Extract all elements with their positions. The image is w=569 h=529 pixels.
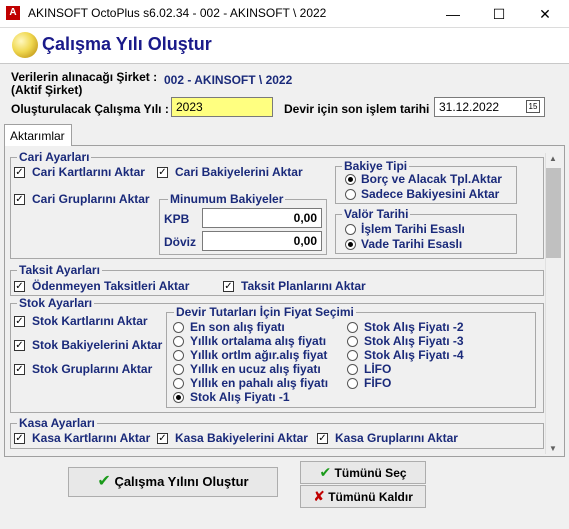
fiyat-right-0[interactable]: Stok Alış Fiyatı -2 xyxy=(364,320,464,334)
app-icon: A xyxy=(6,6,20,20)
radio-icon[interactable] xyxy=(345,224,356,235)
checkbox-icon[interactable]: ✓ xyxy=(157,433,168,444)
checkbox-icon[interactable]: ✓ xyxy=(223,281,234,292)
remove-all-label: Tümünü Kaldır xyxy=(328,490,413,504)
kasa-grup-label[interactable]: Kasa Gruplarını Aktar xyxy=(335,431,458,445)
taksit-plan-label[interactable]: Taksit Planlarını Aktar xyxy=(241,279,366,293)
scroll-down-icon[interactable]: ▼ xyxy=(549,444,557,453)
fiyat-left-5[interactable]: Stok Alış Fiyatı -1 xyxy=(190,390,290,404)
close-button[interactable]: ✕ xyxy=(522,0,568,28)
radio-icon[interactable] xyxy=(345,174,356,185)
create-year-label: Çalışma Yılını Oluştur xyxy=(114,474,249,489)
create-year-button[interactable]: ✔ Çalışma Yılını Oluştur xyxy=(68,467,278,497)
valor-title: Valör Tarihi xyxy=(342,207,411,221)
checkbox-icon[interactable]: ✓ xyxy=(14,433,25,444)
tab-aktarimlar[interactable]: Aktarımlar xyxy=(4,124,72,146)
valor-opt1[interactable]: İşlem Tarihi Esaslı xyxy=(361,222,465,236)
checkbox-icon[interactable]: ✓ xyxy=(14,167,25,178)
radio-icon[interactable] xyxy=(347,364,358,375)
fiyat-right-4[interactable]: FİFO xyxy=(364,376,391,390)
checkbox-icon[interactable]: ✓ xyxy=(14,364,25,375)
fiyat-left-1[interactable]: Yıllık ortalama alış fiyatı xyxy=(190,334,326,348)
radio-icon[interactable] xyxy=(347,336,358,347)
company-value: 002 - AKINSOFT \ 2022 xyxy=(164,73,293,87)
checkbox-icon[interactable]: ✓ xyxy=(157,167,168,178)
minimize-button[interactable]: — xyxy=(430,0,476,28)
stok-title: Stok Ayarları xyxy=(17,296,95,310)
radio-icon[interactable] xyxy=(345,189,356,200)
min-bakiye-title: Minumum Bakiyeler xyxy=(168,192,286,206)
radio-icon[interactable] xyxy=(173,364,184,375)
doviz-input[interactable]: 0,00 xyxy=(202,231,322,251)
cari-bakiye-label[interactable]: Cari Bakiyelerini Aktar xyxy=(175,165,303,179)
radio-icon[interactable] xyxy=(173,336,184,347)
stok-kart-label[interactable]: Stok Kartlarını Aktar xyxy=(32,314,148,328)
bakiye-tipi-opt1[interactable]: Borç ve Alacak Tpl.Aktar xyxy=(361,172,502,186)
fiyat-right-2[interactable]: Stok Alış Fiyatı -4 xyxy=(364,348,464,362)
fiyat-left-3[interactable]: Yıllık en ucuz alış fiyatı xyxy=(190,362,321,376)
kpb-label: KPB xyxy=(164,212,190,226)
cari-kart-label[interactable]: Cari Kartlarını Aktar xyxy=(32,165,145,179)
radio-icon[interactable] xyxy=(173,392,184,403)
fiyat-left-2[interactable]: Yıllık ortlm ağır.alış fiyat xyxy=(190,348,327,362)
doviz-label: Döviz xyxy=(164,235,197,249)
check-icon: ✔ xyxy=(97,473,111,490)
company-sublabel: (Aktif Şirket) xyxy=(11,83,83,97)
scroll-up-icon[interactable]: ▲ xyxy=(549,154,557,163)
last-date-label: Devir için son işlem tarihi xyxy=(284,102,430,116)
year-label: Oluşturulacak Çalışma Yılı : xyxy=(11,102,169,116)
checkbox-icon[interactable]: ✓ xyxy=(14,340,25,351)
last-date-value: 31.12.2022 xyxy=(439,100,500,114)
checkbox-icon[interactable]: ✓ xyxy=(14,194,25,205)
select-all-button[interactable]: ✔ Tümünü Seç xyxy=(300,461,426,484)
radio-icon[interactable] xyxy=(347,322,358,333)
check-icon: ✔ xyxy=(319,464,332,480)
radio-icon[interactable] xyxy=(347,378,358,389)
scrollbar-thumb[interactable] xyxy=(546,168,561,258)
page-title: Çalışma Yılı Oluştur xyxy=(42,34,212,54)
calendar-icon[interactable]: 15 xyxy=(526,100,540,113)
maximize-button[interactable]: ☐ xyxy=(476,0,522,28)
fiyat-title: Devir Tutarları İçin Fiyat Seçimi xyxy=(174,305,356,319)
radio-icon[interactable] xyxy=(347,350,358,361)
radio-icon[interactable] xyxy=(345,239,356,250)
fiyat-left-4[interactable]: Yıllık en pahalı alış fiyatı xyxy=(190,376,328,390)
window-title: AKINSOFT OctoPlus s6.02.34 - 002 - AKINS… xyxy=(28,6,327,20)
kasa-title: Kasa Ayarları xyxy=(17,416,97,430)
kasa-bakiye-label[interactable]: Kasa Bakiyelerini Aktar xyxy=(175,431,308,445)
taksit-odenmeyen-label[interactable]: Ödenmeyen Taksitleri Aktar xyxy=(32,279,189,293)
stok-bakiye-label[interactable]: Stok Bakiyelerini Aktar xyxy=(32,338,162,352)
fiyat-left-0[interactable]: En son alış fiyatı xyxy=(190,320,285,334)
company-label: Verilerin alınacağı Şirket : xyxy=(11,70,158,84)
select-all-label: Tümünü Seç xyxy=(334,466,407,480)
radio-icon[interactable] xyxy=(173,378,184,389)
stok-grup-label[interactable]: Stok Gruplarını Aktar xyxy=(32,362,152,376)
checkbox-icon[interactable]: ✓ xyxy=(14,281,25,292)
bakiye-tipi-opt2[interactable]: Sadece Bakiyesini Aktar xyxy=(361,187,499,201)
cari-grup-label[interactable]: Cari Gruplarını Aktar xyxy=(32,192,150,206)
cari-title: Cari Ayarları xyxy=(17,150,92,164)
fiyat-right-1[interactable]: Stok Alış Fiyatı -3 xyxy=(364,334,464,348)
valor-opt2[interactable]: Vade Tarihi Esaslı xyxy=(361,237,462,251)
taksit-title: Taksit Ayarları xyxy=(17,263,102,277)
year-input[interactable]: 2023 xyxy=(171,97,273,117)
radio-icon[interactable] xyxy=(173,322,184,333)
kpb-input[interactable]: 0,00 xyxy=(202,208,322,228)
kasa-kart-label[interactable]: Kasa Kartlarını Aktar xyxy=(32,431,150,445)
cross-icon: ✘ xyxy=(313,488,325,504)
checkbox-icon[interactable]: ✓ xyxy=(14,316,25,327)
fiyat-right-3[interactable]: LİFO xyxy=(364,362,391,376)
remove-all-button[interactable]: ✘ Tümünü Kaldır xyxy=(300,485,426,508)
checkbox-icon[interactable]: ✓ xyxy=(317,433,328,444)
globe-icon xyxy=(12,32,38,58)
bakiye-tipi-title: Bakiye Tipi xyxy=(342,159,410,173)
radio-icon[interactable] xyxy=(173,350,184,361)
